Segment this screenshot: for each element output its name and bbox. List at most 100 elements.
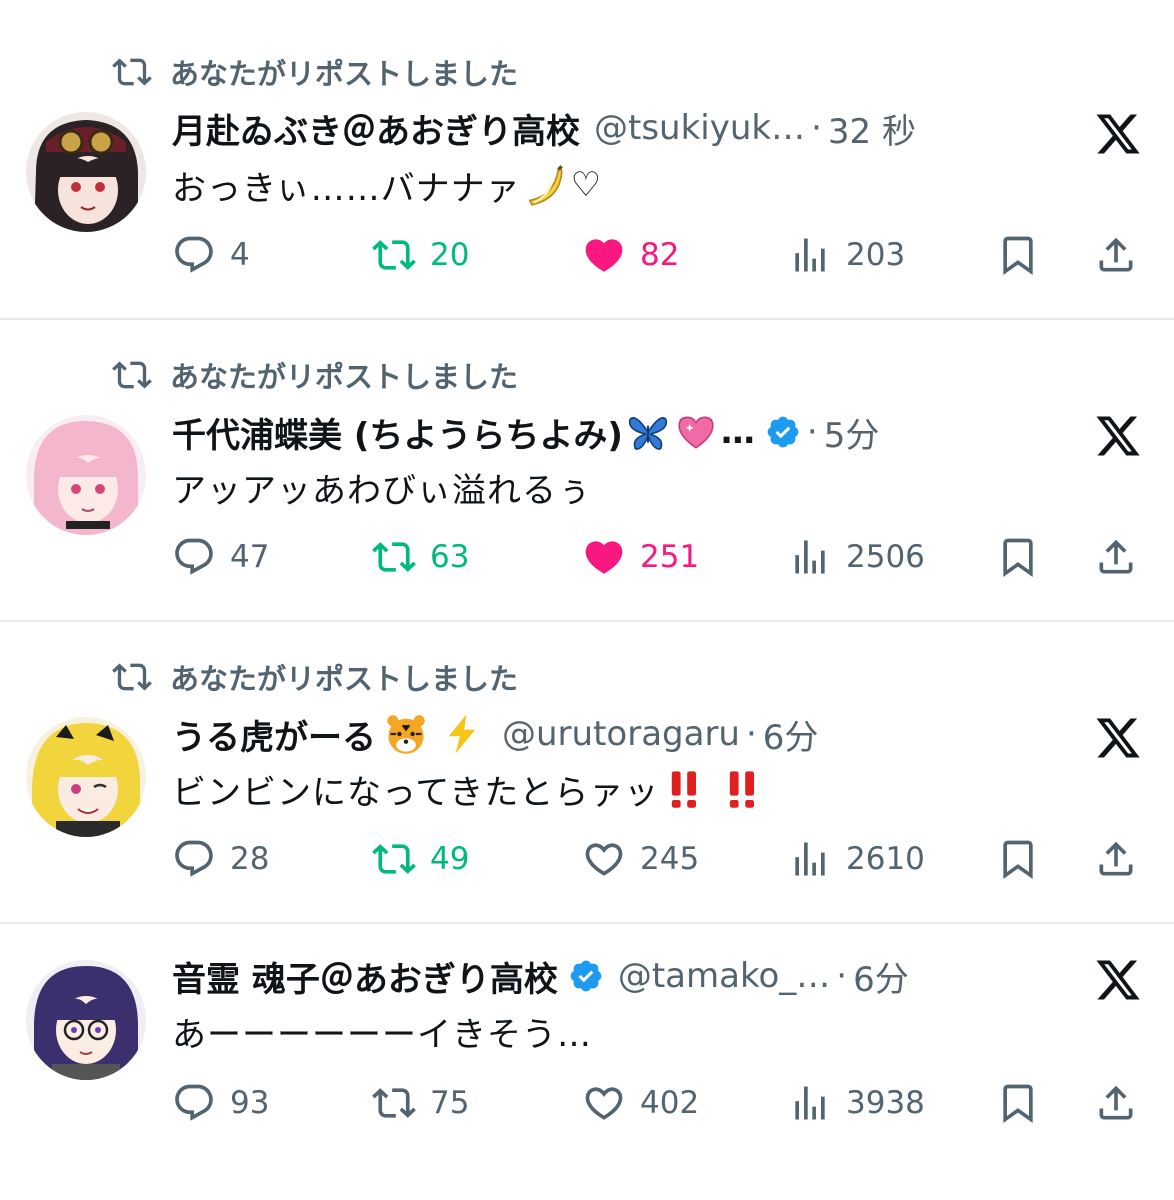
repost-count: 63 — [430, 539, 470, 575]
user-handle[interactable]: @urutoragaru — [502, 714, 740, 754]
like-button[interactable]: 251 — [582, 532, 699, 582]
post-text-content: アッアッあわびぃ溢れるぅ — [172, 470, 592, 511]
double-exclamation-emoji-icon — [672, 771, 697, 808]
like-button[interactable]: 82 — [582, 230, 679, 280]
share-button[interactable] — [1094, 532, 1138, 582]
sparkling-heart-emoji-icon — [678, 416, 714, 449]
post-2[interactable]: あなたがリポストしました 千代浦蝶美 (ちようらちよみ) … · 5分 アッアッ — [0, 320, 1174, 620]
display-name[interactable]: 千代浦蝶美 (ちようらちよみ) — [172, 408, 623, 457]
like-count: 402 — [640, 1085, 700, 1121]
post-text-content: ビンビンになってきたとらァッ — [172, 772, 660, 813]
high-voltage-emoji-icon — [448, 714, 476, 754]
reply-button[interactable]: 4 — [172, 230, 250, 280]
action-bar: 93 75 402 3938 — [172, 1078, 1152, 1128]
like-button[interactable]: 402 — [582, 1078, 699, 1128]
bookmark-button[interactable] — [996, 1078, 1040, 1128]
view-count: 203 — [846, 237, 906, 273]
x-logo-icon — [1094, 714, 1142, 762]
repost-button[interactable]: 20 — [372, 230, 469, 280]
repost-count: 75 — [430, 1085, 470, 1121]
avatar[interactable] — [26, 960, 146, 1080]
avatar[interactable] — [26, 415, 146, 535]
views-icon — [788, 233, 832, 277]
avatar-illustration — [26, 415, 146, 535]
post-header: うる虎がーる @urutoragaru · 6分 — [172, 708, 818, 760]
post-1[interactable]: あなたがリポストしました 月赴ゐぶき＠あおぎり高校 @tsukiyuk… · 3… — [0, 0, 1174, 318]
repost-context: あなたがリポストしました — [112, 52, 518, 92]
post-text: あーーーーーーイきそう… — [172, 1006, 592, 1056]
avatar[interactable] — [26, 717, 146, 837]
double-exclamation-emoji-icon — [730, 771, 755, 808]
repost-icon — [372, 1081, 416, 1125]
views-button[interactable]: 2610 — [788, 834, 925, 884]
post-text: アッアッあわびぃ溢れるぅ — [172, 462, 592, 512]
verified-badge-icon — [765, 414, 801, 450]
repost-icon — [112, 355, 152, 395]
separator-dot: · — [836, 956, 848, 996]
share-button[interactable] — [1094, 834, 1138, 884]
reply-icon — [172, 535, 216, 579]
post-4[interactable]: 音霊 魂子＠あおぎり高校 @tamako_… · 6分 あーーーーーーイきそう…… — [0, 924, 1174, 1200]
views-icon — [788, 535, 832, 579]
verified-badge-icon — [568, 958, 604, 994]
avatar-illustration — [26, 717, 146, 837]
bookmark-button[interactable] — [996, 834, 1040, 884]
share-button[interactable] — [1094, 230, 1138, 280]
reply-button[interactable]: 47 — [172, 532, 269, 582]
repost-button[interactable]: 49 — [372, 834, 469, 884]
repost-count: 20 — [430, 237, 470, 273]
user-handle[interactable]: @tamako_… — [618, 956, 830, 996]
like-button[interactable]: 245 — [582, 834, 699, 884]
bookmark-icon — [996, 1081, 1040, 1125]
repost-context: あなたがリポストしました — [112, 657, 518, 697]
share-button[interactable] — [1094, 1078, 1138, 1128]
heart-outline-icon — [582, 837, 626, 881]
timestamp[interactable]: 5分 — [824, 408, 880, 457]
repost-icon — [112, 657, 152, 697]
display-name[interactable]: 月赴ゐぶき＠あおぎり高校 — [172, 104, 580, 153]
timestamp[interactable]: 32 秒 — [828, 104, 916, 153]
reply-count: 47 — [230, 539, 270, 575]
view-count: 2506 — [846, 539, 925, 575]
reply-icon — [172, 1081, 216, 1125]
reply-icon — [172, 233, 216, 277]
post-text-suffix: ♡ — [570, 165, 603, 205]
action-bar: 4 20 82 203 — [172, 230, 1152, 280]
reply-count: 93 — [230, 1085, 270, 1121]
avatar[interactable] — [26, 112, 146, 232]
timestamp[interactable]: 6分 — [853, 952, 909, 1001]
repost-icon — [372, 535, 416, 579]
views-button[interactable]: 203 — [788, 230, 905, 280]
repost-count: 49 — [430, 841, 470, 877]
bookmark-button[interactable] — [996, 230, 1040, 280]
x-logo-icon — [1094, 412, 1142, 460]
x-logo-icon — [1094, 956, 1142, 1004]
view-count: 3938 — [846, 1085, 925, 1121]
share-icon — [1094, 1081, 1138, 1125]
post-3[interactable]: あなたがリポストしました うる虎がーる @urutoragaru · 6分 ビン… — [0, 622, 1174, 922]
bookmark-button[interactable] — [996, 532, 1040, 582]
repost-context: あなたがリポストしました — [112, 355, 518, 395]
bookmark-icon — [996, 535, 1040, 579]
display-name[interactable]: 音霊 魂子＠あおぎり高校 — [172, 952, 558, 1001]
views-button[interactable]: 2506 — [788, 532, 925, 582]
separator-dot: · — [806, 412, 818, 452]
user-handle[interactable]: … — [721, 412, 755, 452]
post-header: 千代浦蝶美 (ちようらちよみ) … · 5分 — [172, 406, 879, 458]
avatar-illustration — [26, 112, 146, 232]
repost-button[interactable]: 63 — [372, 532, 469, 582]
timestamp[interactable]: 6分 — [763, 710, 819, 759]
user-handle[interactable]: @tsukiyuk… — [594, 108, 805, 148]
display-name[interactable]: うる虎がーる — [172, 710, 376, 759]
like-count: 245 — [640, 841, 700, 877]
action-bar: 28 49 245 2610 — [172, 834, 1152, 884]
post-text: ビンビンになってきたとらァッ — [172, 764, 765, 814]
repost-button[interactable]: 75 — [372, 1078, 469, 1128]
post-text-content: おっきぃ……バナナァ — [172, 168, 521, 209]
reply-button[interactable]: 93 — [172, 1078, 269, 1128]
action-bar: 47 63 251 2506 — [172, 532, 1152, 582]
views-button[interactable]: 3938 — [788, 1078, 925, 1128]
banana-emoji-icon — [528, 165, 563, 206]
reply-button[interactable]: 28 — [172, 834, 269, 884]
avatar-illustration — [26, 960, 146, 1080]
